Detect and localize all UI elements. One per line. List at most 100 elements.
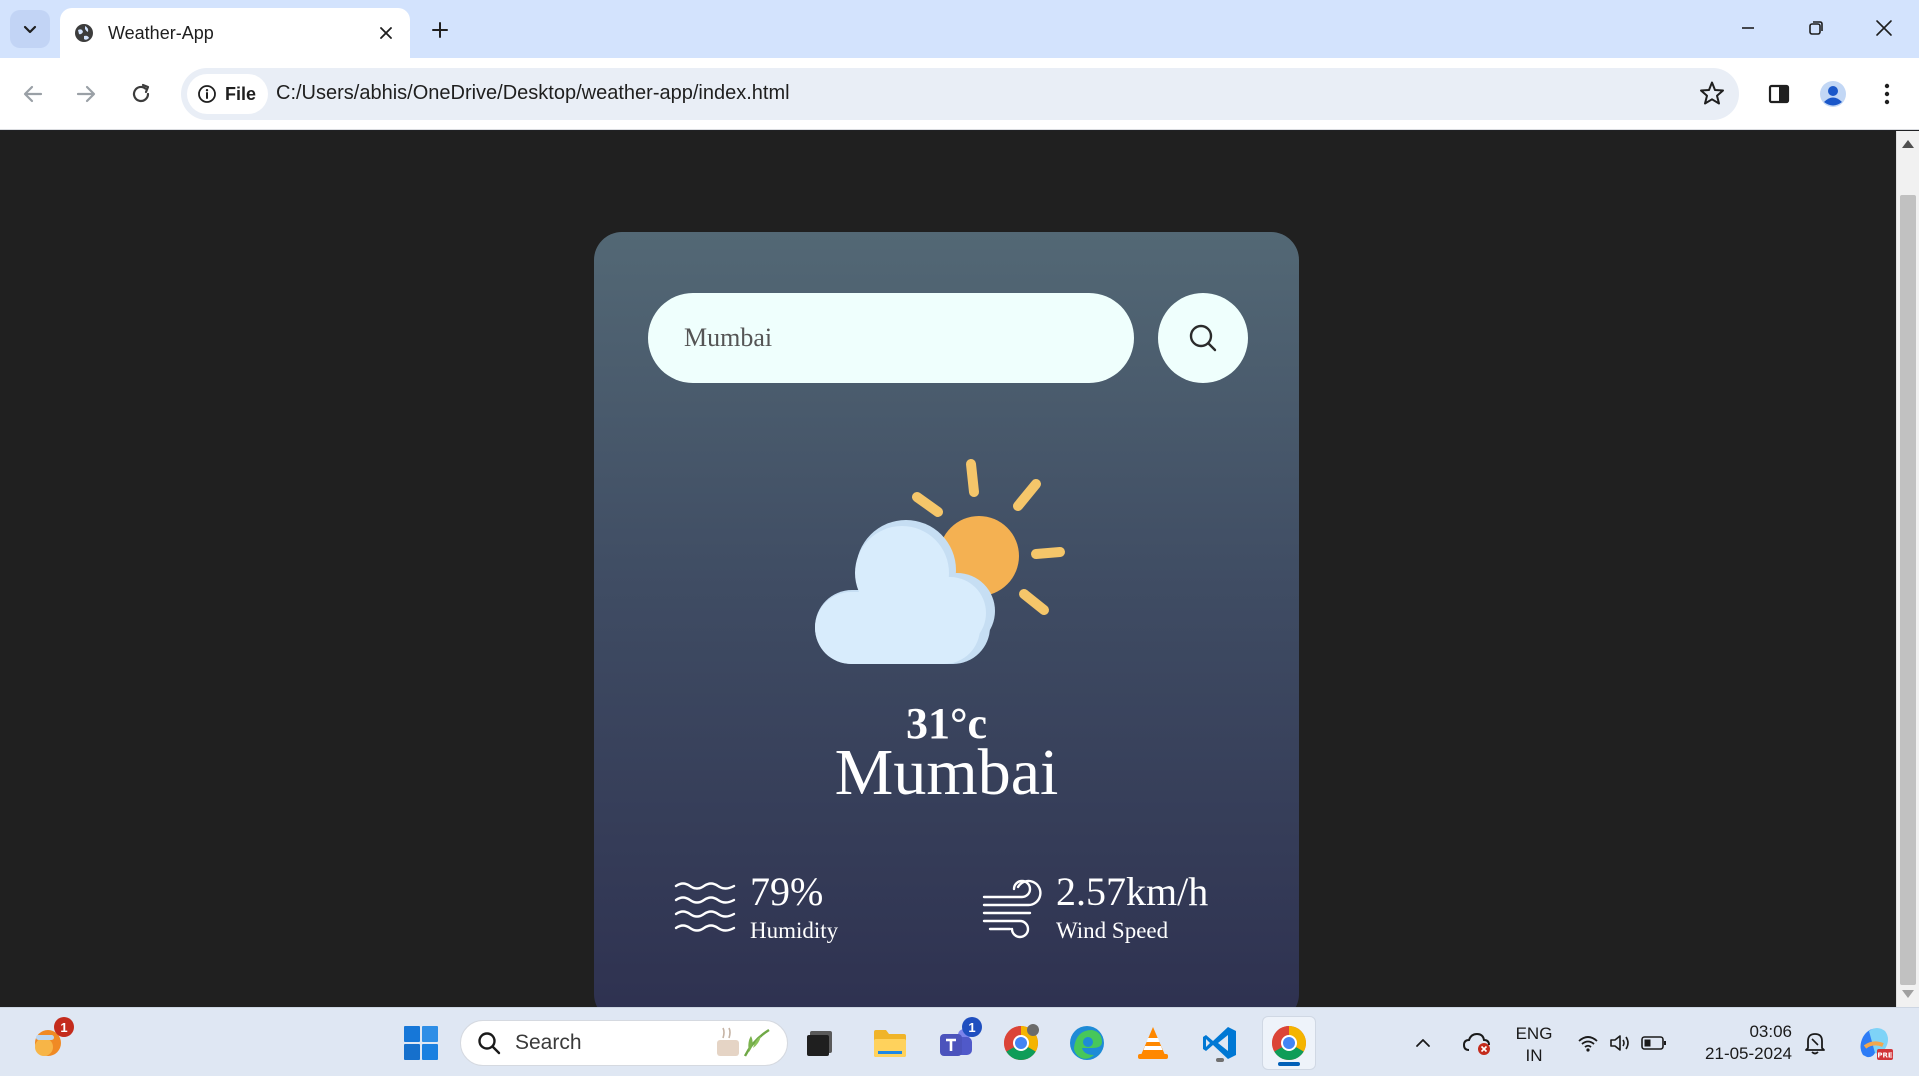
restore-icon xyxy=(1809,21,1823,35)
clock[interactable]: 03:06 21-05-2024 xyxy=(1692,1021,1792,1065)
language-code: ENG xyxy=(1515,1024,1553,1043)
clock-date: 21-05-2024 xyxy=(1705,1044,1792,1063)
wind-detail: 2.57km/h Wind Speed xyxy=(982,872,1208,944)
taskbar-file-explorer[interactable] xyxy=(868,1021,912,1065)
chevron-up-icon xyxy=(1416,1039,1430,1047)
bookmark-button[interactable] xyxy=(1699,80,1725,111)
humidity-label: Humidity xyxy=(750,918,839,943)
folder-icon xyxy=(874,1030,906,1057)
minimize-button[interactable] xyxy=(1726,8,1770,48)
side-panel-button[interactable] xyxy=(1759,74,1799,114)
avatar-icon xyxy=(1820,81,1846,107)
wind-label: Wind Speed xyxy=(1056,918,1169,943)
side-panel-icon xyxy=(1768,84,1790,104)
running-indicator xyxy=(1216,1058,1224,1062)
browser-tabstrip: Weather-App xyxy=(0,0,1919,58)
taskbar-search-label: Search xyxy=(515,1031,582,1054)
task-view-icon xyxy=(807,1031,832,1056)
humidity-value: 79% xyxy=(750,869,824,914)
tray-onedrive[interactable] xyxy=(1460,1021,1494,1065)
partly-cloudy-icon xyxy=(815,459,1065,664)
language-indicator[interactable]: ENG IN xyxy=(1506,1023,1562,1067)
close-window-button[interactable] xyxy=(1862,8,1906,48)
city-search-input[interactable] xyxy=(648,293,1134,383)
page-viewport: 31°c Mumbai 79% Humidity xyxy=(0,131,1896,1007)
search-button[interactable] xyxy=(1158,293,1248,383)
humidity-waves-icon xyxy=(674,882,736,932)
weather-card: 31°c Mumbai 79% Humidity xyxy=(594,232,1299,1007)
copilot-icon: PRE xyxy=(1860,1028,1893,1060)
svg-text:PRE: PRE xyxy=(1877,1052,1893,1060)
taskbar-teams[interactable]: 1 xyxy=(934,1017,982,1065)
vlc-icon xyxy=(1138,1027,1168,1059)
reload-button[interactable] xyxy=(121,74,161,114)
search-highlight-icon xyxy=(717,1027,770,1057)
windows-taskbar: 1 Search 1 ENG IN 03:06 21-05-2024 PRE xyxy=(0,1007,1919,1076)
tab-close-button[interactable] xyxy=(374,21,398,45)
scroll-thumb[interactable] xyxy=(1900,195,1916,985)
search-icon xyxy=(478,1032,501,1055)
chevron-down-icon xyxy=(23,25,37,34)
vscode-icon xyxy=(1203,1027,1236,1059)
chrome-icon xyxy=(1004,1024,1039,1060)
url-text[interactable]: C:/Users/abhis/OneDrive/Desktop/weather-… xyxy=(276,82,790,105)
taskbar-weather-widget[interactable]: 1 xyxy=(26,1017,74,1065)
tray-overflow-button[interactable] xyxy=(1408,1021,1438,1065)
taskbar-search[interactable]: Search xyxy=(460,1020,788,1066)
taskbar-chrome-active[interactable] xyxy=(1262,1016,1316,1070)
cloud-error-icon xyxy=(1462,1032,1490,1055)
taskbar-task-view[interactable] xyxy=(798,1021,842,1065)
wifi-icon xyxy=(1578,1036,1598,1052)
notifications-button[interactable] xyxy=(1798,1021,1832,1065)
browser-toolbar: File C:/Users/abhis/OneDrive/Desktop/wea… xyxy=(0,58,1919,130)
start-button[interactable] xyxy=(399,1021,443,1065)
close-icon xyxy=(1876,20,1892,36)
menu-button[interactable] xyxy=(1867,74,1907,114)
arrow-right-icon xyxy=(76,85,96,103)
arrow-left-icon xyxy=(23,85,43,103)
copilot-button[interactable]: PRE xyxy=(1852,1021,1896,1065)
active-indicator xyxy=(1278,1062,1300,1066)
vertical-scrollbar[interactable] xyxy=(1896,131,1919,1007)
site-info-chip[interactable]: File xyxy=(187,74,269,114)
quick-settings-button[interactable] xyxy=(1572,1021,1672,1065)
restore-button[interactable] xyxy=(1794,8,1838,48)
taskbar-vscode[interactable] xyxy=(1198,1021,1242,1065)
bell-icon xyxy=(1805,1033,1825,1055)
reload-icon xyxy=(132,83,150,103)
battery-icon xyxy=(1641,1036,1666,1050)
back-button[interactable] xyxy=(13,74,53,114)
profile-button[interactable] xyxy=(1813,74,1853,114)
windows-logo-icon xyxy=(404,1026,438,1060)
minimize-icon xyxy=(1742,27,1754,29)
wind-icon xyxy=(982,879,1042,939)
wind-value: 2.57km/h xyxy=(1056,869,1209,914)
search-icon xyxy=(1189,324,1217,352)
star-icon xyxy=(1700,81,1724,105)
humidity-detail: 79% Humidity xyxy=(674,872,838,944)
address-bar[interactable]: File C:/Users/abhis/OneDrive/Desktop/wea… xyxy=(181,68,1739,120)
plus-icon xyxy=(432,22,448,38)
new-tab-button[interactable] xyxy=(424,14,456,46)
browser-tab[interactable]: Weather-App xyxy=(60,8,410,58)
taskbar-vlc[interactable] xyxy=(1131,1021,1175,1065)
tab-search-button[interactable] xyxy=(10,10,50,48)
volume-icon xyxy=(1610,1035,1629,1051)
city-name: Mumbai xyxy=(834,736,1059,809)
taskbar-edge[interactable] xyxy=(1065,1021,1109,1065)
forward-button[interactable] xyxy=(66,74,106,114)
info-icon xyxy=(198,85,216,103)
tab-title: Weather-App xyxy=(108,22,214,43)
file-chip-label: File xyxy=(225,83,257,104)
clock-time: 03:06 xyxy=(1749,1022,1792,1041)
taskbar-chrome-profile[interactable] xyxy=(999,1021,1043,1065)
teams-badge: 1 xyxy=(962,1017,982,1037)
more-vert-icon xyxy=(1884,83,1890,105)
chrome-icon xyxy=(1272,1026,1306,1060)
scroll-up-arrow[interactable] xyxy=(1902,140,1914,148)
globe-icon xyxy=(75,24,93,42)
scroll-down-arrow[interactable] xyxy=(1902,990,1914,998)
weather-badge: 1 xyxy=(54,1017,74,1037)
close-icon xyxy=(380,27,392,39)
region-code: IN xyxy=(1525,1046,1543,1065)
